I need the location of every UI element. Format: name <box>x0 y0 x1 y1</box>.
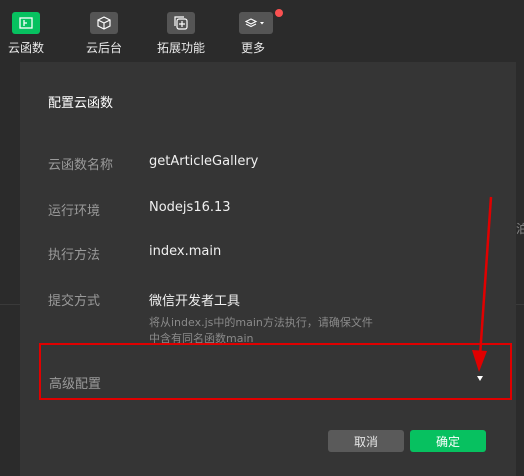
notification-badge <box>275 9 283 17</box>
caret-down-icon[interactable] <box>477 376 483 381</box>
confirm-button[interactable]: 确定 <box>410 430 486 452</box>
cancel-button[interactable]: 取消 <box>328 430 404 452</box>
toolbar-label: 云后台 <box>85 41 122 55</box>
plus-box-icon <box>167 12 195 34</box>
runtime-value: Nodejs16.13 <box>149 200 231 215</box>
handler-label: 执行方法 <box>48 248 101 263</box>
toolbar-label: 云函数 <box>7 41 44 55</box>
configure-cloud-function-dialog: 配置云函数 云函数名称 getArticleGallery 运行环境 Nodej… <box>20 62 516 476</box>
background-panel-right: 泊 <box>516 62 524 476</box>
layers-icon <box>239 12 273 34</box>
background-text-fragment: 泊 <box>515 222 524 236</box>
submit-method-label: 提交方式 <box>48 294 101 309</box>
background-panel-left <box>0 62 20 476</box>
advanced-config-toggle[interactable]: 高级配置 <box>39 343 512 400</box>
toolbar-cloud-backend[interactable]: 云后台 <box>78 0 130 62</box>
toolbar-label: 更多 <box>240 41 265 55</box>
submit-method-value: 微信开发者工具 <box>149 294 241 309</box>
function-name-value: getArticleGallery <box>149 154 259 169</box>
function-name-label: 云函数名称 <box>48 158 114 173</box>
cloud-function-icon <box>12 12 40 34</box>
toolbar-extensions[interactable]: 拓展功能 <box>153 0 209 62</box>
advanced-config-label: 高级配置 <box>49 377 102 392</box>
toolbar-cloud-function[interactable]: 云函数 <box>0 0 52 62</box>
top-toolbar: 云函数 云后台 拓展功能 更多 <box>0 0 524 62</box>
handler-value: index.main <box>149 244 222 259</box>
toolbar-label: 拓展功能 <box>156 41 205 55</box>
runtime-label: 运行环境 <box>48 204 101 219</box>
cube-icon <box>90 12 118 34</box>
dialog-title: 配置云函数 <box>48 96 114 111</box>
